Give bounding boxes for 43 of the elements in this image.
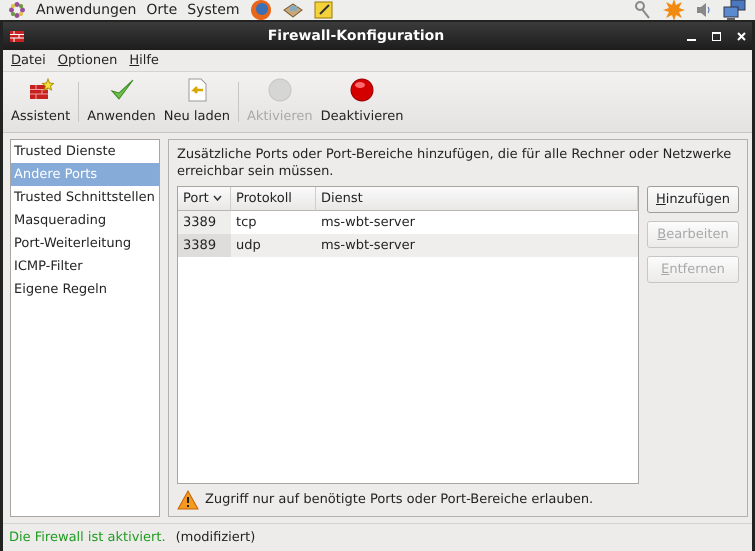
sun-icon[interactable] <box>663 0 685 21</box>
table-cell: 3389 <box>178 211 231 234</box>
column-header[interactable]: Protokoll <box>231 187 316 211</box>
window-title: Firewall-Konfiguration <box>266 26 446 46</box>
warning-text: Zugriff nur auf benötigte Ports oder Port-Bereiche erlauben. <box>205 491 594 510</box>
toolbar-button[interactable]: Assistent <box>7 72 74 132</box>
panel-menu[interactable]: System <box>187 0 240 20</box>
sidebar-item[interactable]: Trusted Schnittstellen <box>11 186 159 209</box>
sort-caret-icon <box>212 195 222 202</box>
menu-item[interactable]: Datei <box>7 50 50 70</box>
table-cell: 3389 <box>178 234 231 257</box>
status-dot-icon <box>266 76 293 102</box>
menu-item[interactable]: Hilfe <box>125 50 163 70</box>
close-icon[interactable] <box>737 32 746 40</box>
status-dot-icon <box>349 76 376 102</box>
table-cell-text: udp <box>235 237 262 255</box>
description-text: Zusätzliche Ports oder Port-Bereiche hinzufügen, die für alle Rechner oder Netzwerke erreichbar sein müssen. <box>177 146 732 180</box>
menu-item[interactable]: Optionen <box>54 50 122 70</box>
table-cell-text: ms-wbt-server <box>320 237 416 255</box>
firewall-status: Die Firewall ist aktiviert. <box>9 528 166 547</box>
table-cell-text: tcp <box>235 214 258 232</box>
action-button[interactable]: Hinzufügen <box>647 186 739 213</box>
flower-icon[interactable] <box>8 1 26 19</box>
notepad-icon[interactable] <box>314 0 334 20</box>
modified-note: (modifiziert) <box>176 528 256 547</box>
sidebar-item[interactable]: Eigene Regeln <box>11 278 159 301</box>
firewall-icon <box>9 28 25 44</box>
maximize-icon[interactable] <box>712 32 721 40</box>
column-header[interactable]: Port <box>178 187 231 211</box>
sidebar-item[interactable]: Trusted Dienste <box>11 140 159 163</box>
column-header[interactable]: Dienst <box>316 187 638 211</box>
network-icon[interactable] <box>723 0 747 21</box>
sidebar-item[interactable]: Masquerading <box>11 209 159 232</box>
warning-icon <box>177 490 199 510</box>
sidebar-item[interactable]: Port-Weiterleitung <box>11 232 159 255</box>
toolbar-button[interactable]: Neu laden <box>160 72 234 132</box>
panel-menu[interactable]: Anwendungen <box>36 0 136 20</box>
table-cell-text: ms-wbt-server <box>320 214 416 232</box>
panel-menu[interactable]: Orte <box>146 0 178 20</box>
toolbar-button[interactable]: Anwenden <box>83 72 160 132</box>
checkmark-icon <box>108 76 135 102</box>
toolbar-button[interactable]: Deaktivieren <box>316 72 408 132</box>
sidebar-item[interactable]: ICMP-Filter <box>11 255 159 278</box>
